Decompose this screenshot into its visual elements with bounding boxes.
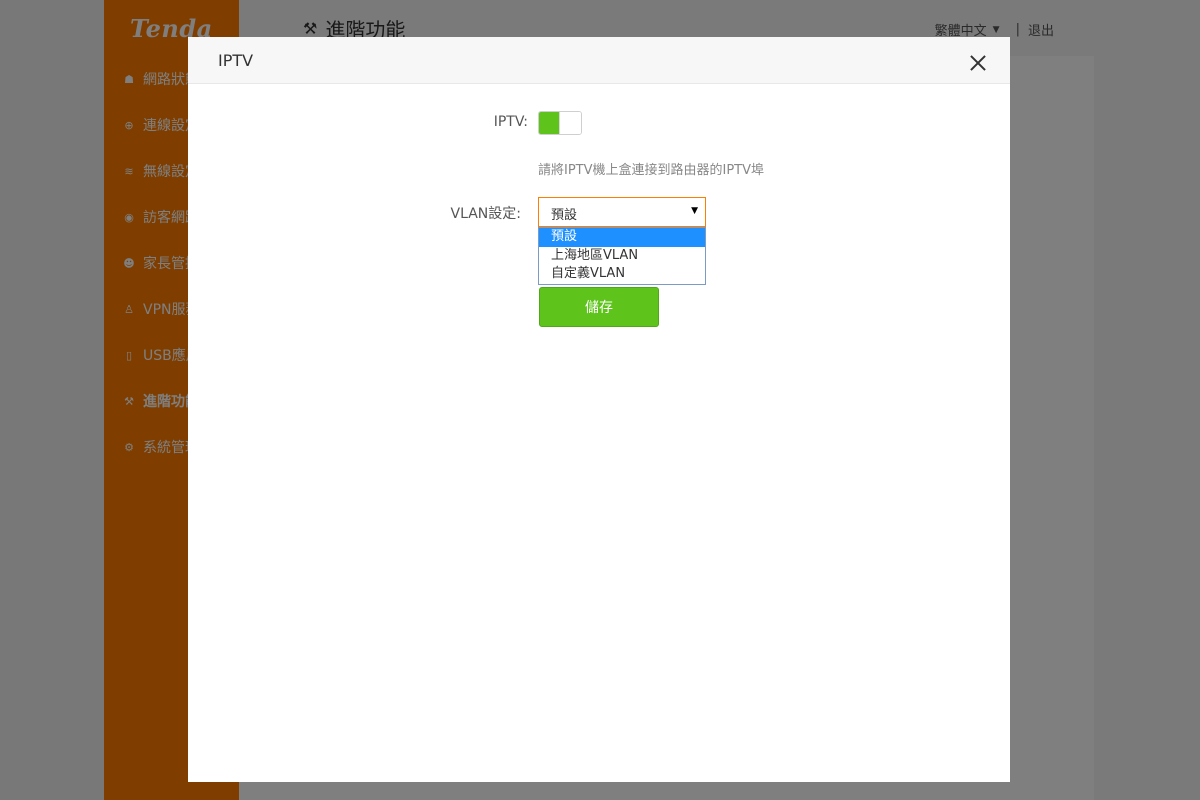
- iptv-label: IPTV:: [493, 114, 528, 130]
- vlan-option[interactable]: 自定義VLAN: [539, 265, 705, 284]
- modal-header: IPTV: [188, 37, 1010, 84]
- iptv-hint: 請將IPTV機上盒連接到路由器的IPTV埠: [538, 163, 765, 178]
- toggle-on-fill: [539, 112, 559, 134]
- toggle-knob: [559, 112, 581, 134]
- dropdown-arrow-icon: ▼: [691, 206, 698, 216]
- vlan-dropdown-list: 預設 上海地區VLAN 自定義VLAN: [538, 227, 706, 285]
- iptv-toggle[interactable]: [538, 111, 582, 135]
- vlan-select-value: 預設: [551, 208, 578, 223]
- vlan-label: VLAN設定:: [450, 206, 521, 222]
- vlan-option[interactable]: 上海地區VLAN: [539, 247, 705, 266]
- save-button[interactable]: 儲存: [539, 287, 659, 327]
- vlan-option[interactable]: 預設: [539, 228, 705, 247]
- iptv-modal: IPTV IPTV: 請將IPTV機上盒連接到路由器的IPTV埠 VLAN設定:…: [188, 37, 1010, 782]
- close-icon[interactable]: [969, 54, 987, 72]
- modal-title: IPTV: [218, 51, 254, 70]
- vlan-select[interactable]: 預設 ▼: [538, 197, 706, 227]
